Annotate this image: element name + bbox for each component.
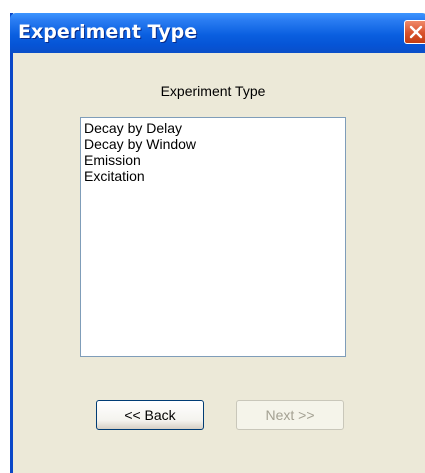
dialog-window: Experiment Type Experiment Type Decay by… <box>10 13 425 473</box>
window-title: Experiment Type <box>18 21 198 43</box>
list-item-excitation[interactable]: Excitation <box>84 168 342 184</box>
next-button[interactable]: Next >> <box>236 400 344 430</box>
close-icon <box>409 25 423 39</box>
list-item-decay-by-window[interactable]: Decay by Window <box>84 136 342 152</box>
experiment-type-listbox[interactable]: Decay by Delay Decay by Window Emission … <box>80 117 346 357</box>
list-item-decay-by-delay[interactable]: Decay by Delay <box>84 120 342 136</box>
title-bar[interactable]: Experiment Type <box>10 13 425 53</box>
list-item-emission[interactable]: Emission <box>84 152 342 168</box>
back-button[interactable]: << Back <box>96 400 204 430</box>
close-button[interactable] <box>404 20 425 44</box>
experiment-type-label: Experiment Type <box>160 83 266 99</box>
